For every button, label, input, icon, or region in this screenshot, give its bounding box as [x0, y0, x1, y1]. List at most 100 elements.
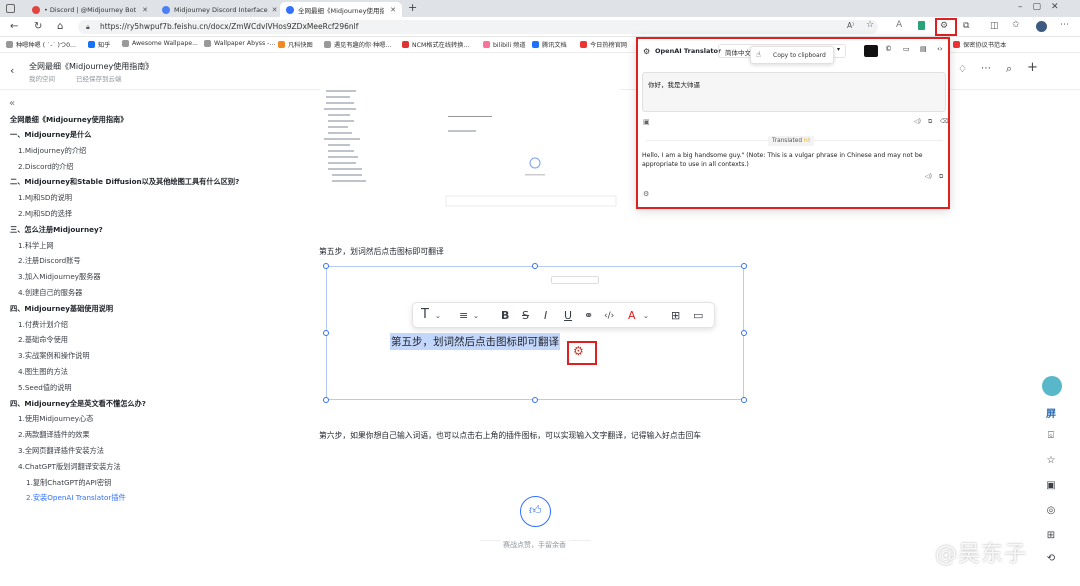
- new-tab-button[interactable]: +: [408, 1, 417, 14]
- outline-item[interactable]: 2.Discord的介绍: [18, 162, 73, 172]
- refresh-icon[interactable]: ↻: [34, 21, 42, 33]
- outline-doc-title[interactable]: 全网最细《Midjourney使用指南》: [10, 115, 127, 125]
- bookmark-item[interactable]: 凡科快图: [278, 40, 313, 49]
- settings-icon[interactable]: ⚙: [643, 190, 649, 198]
- star-outline-icon[interactable]: ☆: [1041, 455, 1061, 471]
- copy-icon[interactable]: ⧉: [928, 118, 932, 126]
- bookmark-item[interactable]: Wallpaper Abyss -...: [204, 40, 275, 47]
- summary-icon[interactable]: ▤: [920, 45, 927, 53]
- outline-item[interactable]: 4.图生图的方法: [18, 367, 68, 377]
- grid-icon[interactable]: ⊞: [1041, 530, 1061, 546]
- document-icon[interactable]: ▭: [903, 45, 910, 53]
- video-icon[interactable]: ▣: [1041, 480, 1061, 496]
- resize-handle[interactable]: [323, 330, 329, 336]
- resize-handle[interactable]: [741, 263, 747, 269]
- chevron-down-icon[interactable]: ⌄: [643, 309, 649, 323]
- blocks-icon[interactable]: ⊞: [671, 309, 680, 323]
- outline-item[interactable]: 三、怎么注册Midjourney?: [10, 225, 103, 235]
- outline-item[interactable]: 1.复制ChatGPT的API密钥: [26, 478, 111, 488]
- chevron-down-icon[interactable]: ⌄: [435, 309, 441, 323]
- text-color-icon[interactable]: A: [628, 309, 636, 323]
- breadcrumb-space[interactable]: 我的空间: [29, 73, 55, 83]
- outline-item[interactable]: 3.实战案例和操作说明: [18, 351, 90, 361]
- outline-item[interactable]: 2.MJ和SD的选择: [18, 209, 72, 219]
- outline-item[interactable]: 2.安装OpenAI Translator插件: [26, 493, 126, 503]
- sync-icon[interactable]: ⟲: [1041, 553, 1061, 569]
- extension-green-icon[interactable]: [918, 21, 925, 30]
- text-style-icon[interactable]: T: [421, 308, 429, 322]
- star-icon[interactable]: ☆: [142, 60, 150, 70]
- favorites-icon[interactable]: ✩: [1012, 20, 1020, 30]
- tab-discord[interactable]: • Discord | @Midjourney Bot ✕: [26, 2, 154, 17]
- copy-output-icon[interactable]: ⧉: [939, 173, 943, 181]
- align-icon[interactable]: ≡: [459, 309, 468, 323]
- bookmark-item[interactable]: 知乎: [88, 40, 110, 49]
- bookmark-item[interactable]: 今日热榜官网: [580, 40, 627, 49]
- code-mode-icon[interactable]: ‹›: [937, 45, 943, 53]
- image-upload-icon[interactable]: ▣: [643, 118, 650, 126]
- url-input[interactable]: 🔒︎ https://ry5hwpuf7b.feishu.cn/docx/ZmW…: [78, 20, 878, 34]
- outline-item[interactable]: 1.付费计划介绍: [18, 320, 68, 330]
- extension-a-icon[interactable]: A: [896, 20, 902, 30]
- clear-icon[interactable]: ⌫: [940, 118, 948, 125]
- close-icon[interactable]: ✕: [142, 6, 148, 14]
- strikethrough-icon[interactable]: S: [522, 309, 529, 323]
- source-text-input[interactable]: 你好，我是大帅逼: [642, 72, 946, 112]
- notification-icon[interactable]: ♢: [958, 64, 967, 75]
- workspace-icon[interactable]: [6, 4, 15, 13]
- link-sidebar-icon[interactable]: ◎: [1041, 505, 1061, 521]
- bold-icon[interactable]: B: [501, 309, 509, 323]
- resize-handle[interactable]: [532, 263, 538, 269]
- resize-handle[interactable]: [741, 330, 747, 336]
- outline-item[interactable]: 2.注册Discord账号: [18, 256, 81, 266]
- bookmark-item[interactable]: bilibili 频道: [483, 40, 526, 49]
- outline-item[interactable]: 3.加入Midjourney服务器: [18, 272, 101, 282]
- tab-midjourney-interface[interactable]: Midjourney Discord Interface ✕: [156, 2, 278, 17]
- bookmark-item[interactable]: Awesome Wallpape...: [122, 40, 198, 47]
- link-icon[interactable]: ⚭: [584, 309, 593, 323]
- like-button[interactable]: 👍︎: [520, 496, 551, 527]
- italic-icon[interactable]: I: [544, 309, 547, 323]
- add-icon[interactable]: +: [1027, 60, 1038, 75]
- outline-item[interactable]: 四、Midjourney基础使用说明: [10, 304, 113, 314]
- profile-avatar[interactable]: [1036, 21, 1047, 32]
- translate-sidebar-icon[interactable]: 屏: [1041, 405, 1061, 421]
- split-screen-icon[interactable]: ◫: [990, 21, 999, 31]
- outline-item[interactable]: 一、Midjourney是什么: [10, 130, 91, 140]
- outline-item[interactable]: 4.创建自己的服务器: [18, 288, 82, 298]
- outline-item[interactable]: 四、Midjourney全是英文看不懂怎么办?: [10, 399, 146, 409]
- outline-item[interactable]: 二、Midjourney和Stable Diffusion以及其他绘图工具有什么…: [10, 177, 239, 187]
- collapse-outline-icon[interactable]: «: [9, 98, 15, 109]
- favorite-add-icon[interactable]: ☆: [866, 20, 874, 30]
- bookmark-item[interactable]: 保密协议书范本: [953, 40, 1006, 49]
- code-icon[interactable]: ‹/›: [604, 309, 614, 323]
- selected-text[interactable]: 第五步，划词然后点击图标即可翻译: [390, 333, 560, 350]
- comment-icon[interactable]: ▭: [693, 309, 703, 323]
- resize-handle[interactable]: [323, 263, 329, 269]
- openai-mode-button[interactable]: [864, 45, 878, 57]
- assistant-avatar[interactable]: [1042, 376, 1062, 396]
- back-icon[interactable]: ←: [10, 21, 18, 33]
- step6-paragraph[interactable]: 第六步，如果你想自己输入词语，也可以点击右上角的插件图标，可以实现输入文字翻译，…: [319, 430, 701, 441]
- speak-output-icon[interactable]: ◁): [925, 173, 932, 180]
- window-controls[interactable]: –▢✕: [1018, 2, 1069, 12]
- outline-item[interactable]: 1.MJ和SD的说明: [18, 193, 72, 203]
- openai-translate-icon[interactable]: ⚙: [573, 344, 584, 358]
- tab-feishu-doc[interactable]: 全网最细《Midjourney使用指南》 ✕: [280, 2, 402, 17]
- outline-item[interactable]: 1.Midjourney的介绍: [18, 146, 86, 156]
- home-icon[interactable]: ⌂: [57, 21, 63, 33]
- outline-item[interactable]: 2.两款翻译插件的效果: [18, 430, 90, 440]
- search-icon[interactable]: ⌕: [1006, 62, 1012, 76]
- resize-handle[interactable]: [323, 397, 329, 403]
- more-icon[interactable]: ⋯: [1060, 20, 1069, 30]
- outline-item[interactable]: 4.ChatGPT版划词翻译安装方法: [18, 462, 121, 472]
- step5-paragraph[interactable]: 第五步，划词然后点击图标即可翻译: [319, 246, 444, 257]
- outline-item[interactable]: 3.全网页翻译插件安装方法: [18, 446, 104, 456]
- outline-item[interactable]: 2.基础命令使用: [18, 335, 68, 345]
- close-icon[interactable]: ✕: [390, 6, 396, 14]
- outline-item[interactable]: 1.科学上网: [18, 241, 54, 251]
- bookmark-item[interactable]: 种嗯种嗯 ( ˙-˙ )つ0...: [6, 40, 76, 49]
- read-aloud-icon[interactable]: A⁾: [847, 21, 854, 30]
- openai-extension-icon[interactable]: ⚙: [940, 21, 948, 31]
- briefcase-icon[interactable]: ⌺: [1041, 430, 1061, 446]
